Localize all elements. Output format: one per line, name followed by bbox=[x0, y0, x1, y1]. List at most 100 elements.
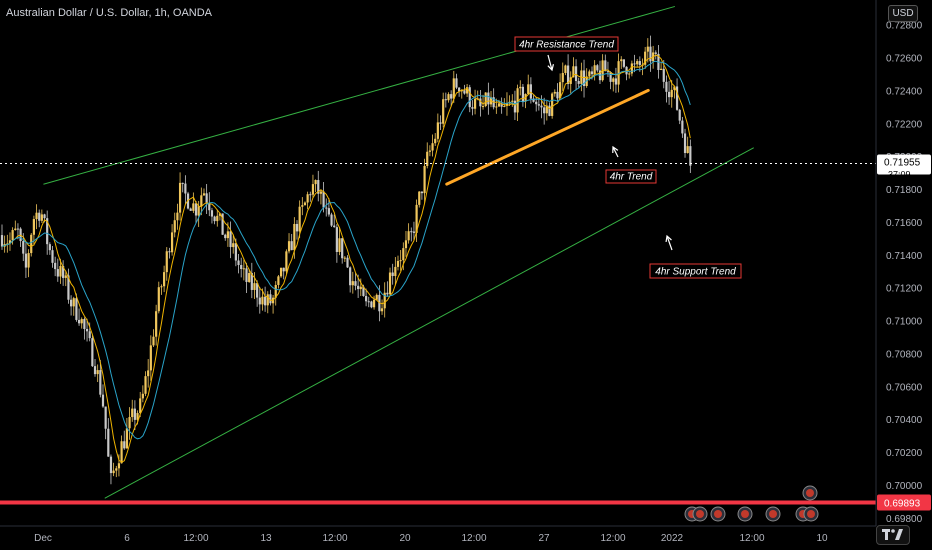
candle-body bbox=[537, 104, 540, 106]
candle-body bbox=[662, 68, 665, 82]
candle-body bbox=[242, 268, 245, 270]
candle-body bbox=[176, 212, 179, 221]
candle-body bbox=[604, 60, 607, 72]
time-tick-label: 2022 bbox=[661, 533, 684, 544]
price-tick-label: 0.70600 bbox=[886, 382, 923, 393]
candle-body bbox=[170, 232, 174, 253]
candle-body bbox=[112, 470, 115, 474]
candle-body bbox=[503, 105, 506, 107]
candle-body bbox=[163, 272, 166, 287]
candle-body bbox=[678, 109, 681, 121]
candle-body bbox=[388, 272, 392, 295]
candle-body bbox=[667, 91, 671, 98]
bar-countdown: 37:09 bbox=[888, 170, 911, 180]
candle-body bbox=[0, 235, 4, 247]
event-flag-inner bbox=[807, 510, 815, 518]
candle-body bbox=[229, 231, 232, 248]
candle-body bbox=[202, 193, 206, 196]
candle-body bbox=[160, 286, 163, 288]
candle-body bbox=[481, 106, 485, 108]
candle-body bbox=[27, 253, 30, 268]
price-tick-label: 0.72400 bbox=[886, 86, 923, 97]
candle-body bbox=[189, 208, 192, 211]
candle-body bbox=[399, 260, 402, 262]
candle-body bbox=[200, 195, 203, 207]
candle-body bbox=[16, 228, 20, 230]
candle-body bbox=[346, 257, 349, 268]
price-axis[interactable]: 0.728000.726000.724000.722000.720000.718… bbox=[875, 0, 932, 550]
candle-body bbox=[96, 370, 99, 375]
price-tick-label: 0.70400 bbox=[886, 415, 923, 426]
candle-body bbox=[396, 260, 400, 267]
candle-body bbox=[468, 87, 471, 108]
candle-body bbox=[529, 84, 532, 99]
candle-body bbox=[285, 251, 288, 272]
candle-body bbox=[30, 234, 33, 254]
candle-body bbox=[463, 90, 466, 94]
price-tick-label: 0.71400 bbox=[886, 251, 923, 262]
candle-body bbox=[553, 91, 556, 94]
event-flag-inner bbox=[696, 510, 704, 518]
price-tick-label: 0.70800 bbox=[886, 349, 923, 360]
time-tick-label: 13 bbox=[260, 533, 272, 544]
candle-body bbox=[447, 94, 450, 101]
candle-body bbox=[357, 285, 360, 290]
candle-body bbox=[588, 71, 591, 77]
candle-body bbox=[439, 122, 442, 124]
candle-body bbox=[80, 319, 83, 324]
candle-body bbox=[56, 269, 59, 277]
price-chart[interactable]: 0.728000.726000.724000.722000.720000.718… bbox=[0, 0, 932, 550]
candle-body bbox=[139, 398, 142, 414]
candle-body bbox=[117, 463, 121, 469]
time-tick-label: 20 bbox=[399, 533, 411, 544]
event-flag-inner bbox=[806, 489, 814, 497]
chart-title: Australian Dollar / U.S. Dollar, 1h, OAN… bbox=[6, 7, 213, 19]
candle-body bbox=[149, 345, 152, 371]
time-tick-label: 12:00 bbox=[600, 533, 625, 544]
annotation-text: 4hr Trend bbox=[610, 172, 653, 183]
candle-body bbox=[234, 243, 237, 261]
candle-body bbox=[240, 265, 243, 270]
candle-body bbox=[665, 81, 668, 92]
candle-body bbox=[683, 133, 687, 154]
candle-body bbox=[455, 78, 458, 88]
candle-body bbox=[543, 107, 546, 114]
candle-body bbox=[402, 248, 405, 261]
candle-body bbox=[341, 238, 344, 259]
candle-body bbox=[497, 103, 501, 107]
candle-body bbox=[91, 338, 94, 367]
candle-body bbox=[487, 92, 490, 105]
candle-body bbox=[614, 78, 618, 85]
candle-body bbox=[277, 276, 280, 285]
candle-body bbox=[48, 244, 51, 251]
candle-body bbox=[253, 283, 256, 290]
candle-body bbox=[654, 52, 657, 54]
candle-body bbox=[418, 191, 421, 205]
candle-body bbox=[511, 100, 514, 102]
candle-body bbox=[343, 257, 346, 259]
candle-body bbox=[452, 78, 455, 99]
candle-body bbox=[14, 228, 17, 231]
candle-body bbox=[391, 272, 394, 276]
candle-body bbox=[577, 81, 580, 84]
candle-body bbox=[636, 61, 639, 65]
candle-body bbox=[471, 107, 474, 109]
candle-body bbox=[372, 299, 376, 308]
candle-body bbox=[630, 63, 633, 74]
candle-body bbox=[178, 182, 182, 213]
time-tick-label: 12:00 bbox=[461, 533, 486, 544]
candle-body bbox=[38, 212, 41, 221]
candle-body bbox=[420, 191, 424, 194]
tradingview-logo-icon[interactable] bbox=[876, 525, 910, 545]
candle-body bbox=[72, 298, 75, 307]
candle-body bbox=[444, 99, 447, 101]
candle-body bbox=[194, 203, 198, 216]
candle-body bbox=[245, 268, 248, 282]
candle-body bbox=[633, 63, 636, 65]
candle-body bbox=[428, 150, 431, 152]
candle-body bbox=[593, 65, 596, 75]
currency-button[interactable]: USD bbox=[888, 5, 918, 22]
candle-body bbox=[431, 143, 434, 151]
price-tick-label: 0.71800 bbox=[886, 185, 923, 196]
candle-body bbox=[649, 46, 652, 62]
